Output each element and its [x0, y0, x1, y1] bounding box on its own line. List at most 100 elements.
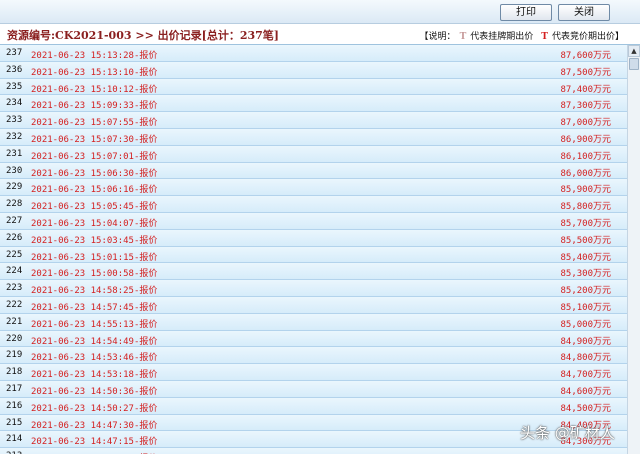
bid-record-row: 235 2021-06-23 15:10:12-报价 87,400万元: [0, 78, 627, 96]
record-number: 226: [6, 232, 23, 243]
record-time: 2021-06-23 15:00:58-报价: [31, 269, 158, 280]
page-title: 资源编号:CK2021-003 >> 出价记录[总计：237笔]: [7, 29, 279, 42]
record-time: 2021-06-23 14:50:27-报价: [31, 403, 158, 414]
bid-record-row: 226 2021-06-23 15:03:45-报价 85,500万元: [0, 229, 627, 247]
record-number: 227: [6, 215, 23, 226]
scrollbar[interactable]: ▲: [627, 45, 640, 454]
record-number: 222: [6, 299, 23, 310]
record-number: 221: [6, 316, 23, 327]
record-price: 85,700万元: [560, 218, 611, 229]
bid-record-row: 219 2021-06-23 14:53:46-报价 84,800万元: [0, 347, 627, 365]
record-price: 86,900万元: [560, 134, 611, 145]
record-price: 85,000万元: [560, 319, 611, 330]
bid-record-row: 230 2021-06-23 15:06:30-报价 86,000万元: [0, 162, 627, 180]
record-time: 2021-06-23 14:54:49-报价: [31, 336, 158, 347]
record-price: 85,100万元: [560, 302, 611, 313]
record-number: 228: [6, 199, 23, 210]
bid-record-row: 220 2021-06-23 14:54:49-报价 84,900万元: [0, 330, 627, 348]
record-time: 2021-06-23 14:57:45-报价: [31, 302, 158, 313]
bid-record-row: 229 2021-06-23 15:06:16-报价 85,900万元: [0, 179, 627, 197]
record-price: 85,800万元: [560, 202, 611, 213]
bid-record-row: 224 2021-06-23 15:00:58-报价 85,300万元: [0, 263, 627, 281]
record-time: 2021-06-23 15:06:16-报价: [31, 185, 158, 196]
page-header: 资源编号:CK2021-003 >> 出价记录[总计：237笔] 【说明： T 代表…: [0, 25, 640, 45]
print-button[interactable]: 打印: [500, 4, 552, 21]
record-price: 84,700万元: [560, 370, 611, 381]
record-time: 2021-06-23 14:53:18-报价: [31, 370, 158, 381]
record-price: 86,100万元: [560, 151, 611, 162]
bid-record-row: 223 2021-06-23 14:58:25-报价 85,200万元: [0, 280, 627, 297]
record-number: 235: [6, 81, 23, 92]
bid-record-row: 236 2021-06-23 15:13:10-报价 87,500万元: [0, 61, 627, 79]
record-number: 214: [6, 434, 23, 445]
record-number: 224: [6, 266, 23, 277]
bid-record-row: 216 2021-06-23 14:50:27-报价 84,500万元: [0, 397, 627, 415]
bid-record-row: 225 2021-06-23 15:01:15-报价 85,400万元: [0, 246, 627, 264]
record-time: 2021-06-23 15:13:10-报价: [31, 67, 158, 78]
record-time: 2021-06-23 14:53:46-报价: [31, 353, 158, 364]
record-price: 86,000万元: [560, 168, 611, 179]
record-time: 2021-06-23 15:10:12-报价: [31, 84, 158, 95]
record-time: 2021-06-23 14:47:15-报价: [31, 437, 158, 448]
record-number: 220: [6, 333, 23, 344]
record-price: 85,200万元: [560, 286, 611, 297]
record-price: 87,400万元: [560, 84, 611, 95]
record-time: 2021-06-23 15:07:30-报价: [31, 134, 158, 145]
auction-period-mark-icon: T: [541, 32, 548, 42]
record-time: 2021-06-23 15:04:07-报价: [31, 218, 158, 229]
record-price: 87,500万元: [560, 67, 611, 78]
record-time: 2021-06-23 15:07:55-报价: [31, 118, 158, 129]
bid-record-row: 227 2021-06-23 15:04:07-报价 85,700万元: [0, 212, 627, 230]
record-number: 232: [6, 131, 23, 142]
record-price: 85,400万元: [560, 252, 611, 263]
record-number: 225: [6, 249, 23, 260]
record-time: 2021-06-23 15:05:45-报价: [31, 202, 158, 213]
bid-record-row: 234 2021-06-23 15:09:33-报价 87,300万元: [0, 95, 627, 113]
legend-prefix: 【说明：: [419, 32, 456, 42]
record-time: 2021-06-23 15:09:33-报价: [31, 101, 158, 112]
record-number: 229: [6, 182, 23, 193]
legend-listed-text: 代表挂牌期出价: [470, 32, 534, 42]
close-button[interactable]: 关闭: [558, 4, 610, 21]
record-number: 231: [6, 148, 23, 159]
record-number: 223: [6, 283, 23, 294]
listed-period-mark-icon: T: [459, 32, 467, 42]
record-time: 2021-06-23 14:55:13-报价: [31, 319, 158, 330]
record-number: 218: [6, 367, 23, 378]
record-time: 2021-06-23 15:06:30-报价: [31, 168, 158, 179]
record-price: 84,500万元: [560, 403, 611, 414]
record-price: 87,300万元: [560, 101, 611, 112]
bid-record-row: 221 2021-06-23 14:55:13-报价 85,000万元: [0, 313, 627, 331]
bid-record-list: 237 2021-06-23 15:13:28-报价 87,600万元 236 2021…: [0, 45, 627, 454]
bid-record-row: 228 2021-06-23 15:05:45-报价 85,800万元: [0, 196, 627, 213]
bid-record-row: 222 2021-06-23 14:57:45-报价 85,100万元: [0, 296, 627, 314]
legend: 【说明： T 代表挂牌期出价 T 代表竞价期出价】: [420, 29, 624, 42]
record-time: 2021-06-23 15:07:01-报价: [31, 151, 158, 162]
record-price: 87,600万元: [560, 51, 611, 61]
record-time: 2021-06-23 14:47:30-报价: [31, 420, 158, 431]
record-number: 233: [6, 115, 23, 126]
record-price: 85,300万元: [560, 269, 611, 280]
bid-record-row: 237 2021-06-23 15:13:28-报价 87,600万元: [0, 45, 627, 62]
record-price: 84,800万元: [560, 353, 611, 364]
bid-record-row: 2132021-06-23 14:44:16-报价84,200万元: [0, 448, 627, 454]
record-number: 215: [6, 417, 23, 428]
bid-record-row: 217 2021-06-23 14:50:36-报价 84,600万元: [0, 380, 627, 398]
scroll-thumb[interactable]: [629, 58, 639, 70]
toolbar: 打印 关闭: [0, 0, 640, 24]
record-number: 236: [6, 64, 23, 75]
bid-record-row: 231 2021-06-23 15:07:01-报价 86,100万元: [0, 145, 627, 163]
record-time: 2021-06-23 15:01:15-报价: [31, 252, 158, 263]
scroll-up-arrow-icon[interactable]: ▲: [628, 45, 640, 57]
legend-auction-text: 代表竞价期出价】: [551, 32, 624, 42]
record-price: 84,900万元: [560, 336, 611, 347]
watermark: 头条 @矿材人: [520, 424, 615, 442]
record-price: 87,000万元: [560, 118, 611, 129]
record-time: 2021-06-23 14:58:25-报价: [31, 286, 158, 297]
bid-record-row: 232 2021-06-23 15:07:30-报价 86,900万元: [0, 128, 627, 146]
record-price: 85,500万元: [560, 235, 611, 246]
bid-record-row: 233 2021-06-23 15:07:55-报价 87,000万元: [0, 112, 627, 129]
record-number: 219: [6, 350, 23, 361]
record-number: 230: [6, 165, 23, 176]
record-price: 85,900万元: [560, 185, 611, 196]
